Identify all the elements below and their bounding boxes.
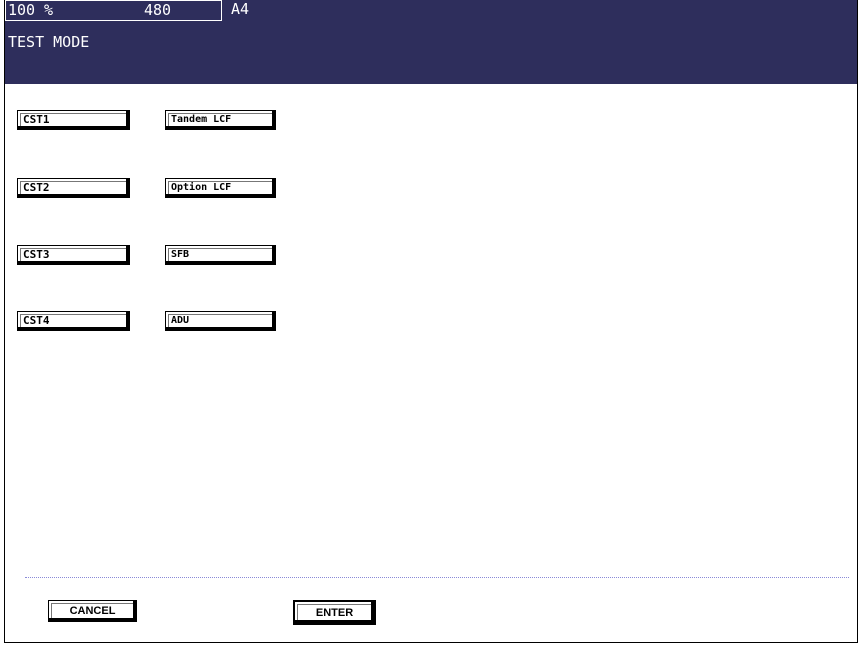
panel-frame: 100 % 480 A4 TEST MODE CST1 CST2 CST3 CS… xyxy=(4,0,858,643)
cst2-button[interactable]: CST2 xyxy=(17,178,130,198)
zoom-value: 100 xyxy=(8,1,36,19)
cst4-button[interactable]: CST4 xyxy=(17,311,130,331)
option-lcf-button[interactable]: Option LCF xyxy=(165,178,276,198)
zoom-unit: % xyxy=(44,1,54,19)
header-bar: 100 % 480 A4 TEST MODE xyxy=(5,0,857,84)
adu-button[interactable]: ADU xyxy=(165,311,276,331)
cst1-button[interactable]: CST1 xyxy=(17,110,130,130)
paper-size: A4 xyxy=(231,0,250,18)
status-box: 100 % 480 xyxy=(5,0,222,21)
enter-button[interactable]: ENTER xyxy=(293,600,376,625)
sfb-button[interactable]: SFB xyxy=(165,245,276,265)
page-title: TEST MODE xyxy=(8,33,90,51)
cst3-button[interactable]: CST3 xyxy=(17,245,130,265)
tandem-lcf-button[interactable]: Tandem LCF xyxy=(165,110,276,130)
copy-count: 480 xyxy=(144,1,172,19)
footer-divider xyxy=(25,577,849,578)
cancel-button[interactable]: CANCEL xyxy=(48,600,137,622)
